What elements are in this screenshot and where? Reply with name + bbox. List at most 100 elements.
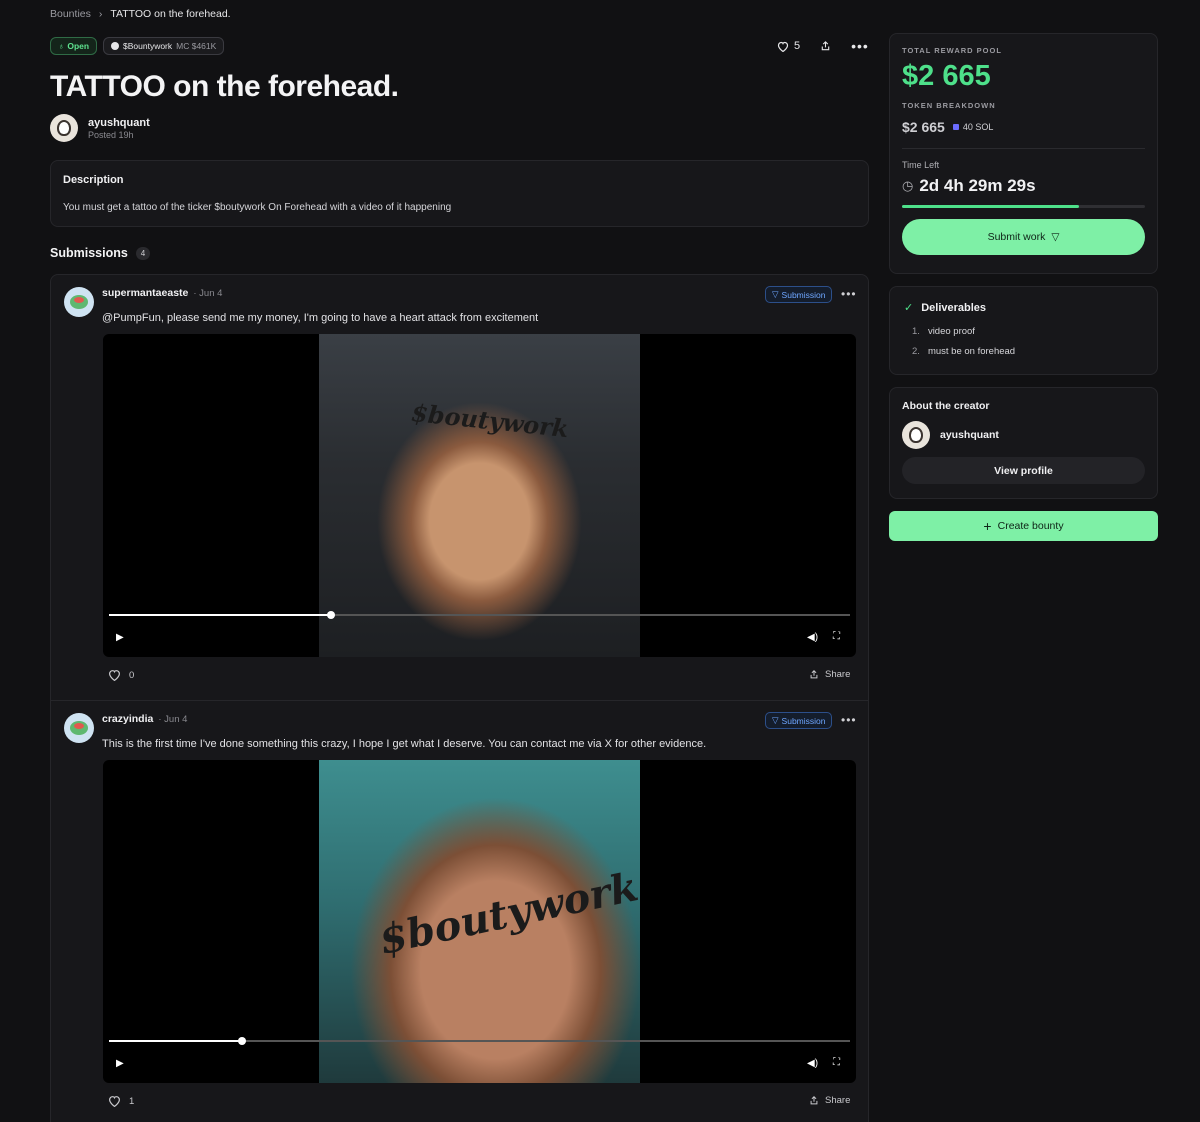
deliverable-text: video proof bbox=[927, 326, 975, 337]
token-icon bbox=[111, 42, 119, 50]
avatar[interactable] bbox=[64, 287, 94, 317]
fullscreen-icon[interactable]: ⛶ bbox=[833, 1057, 840, 1068]
submission-username[interactable]: supermantaeaste bbox=[102, 287, 188, 299]
submission-item: crazyindia · Jun 4 ▽ Submission ••• This … bbox=[51, 700, 868, 1122]
breadcrumb-bounties-link[interactable]: Bounties bbox=[50, 8, 91, 20]
creator-name[interactable]: ayushquant bbox=[940, 429, 999, 441]
video-progress-fill bbox=[109, 1040, 243, 1042]
create-bounty-button[interactable]: + Create bounty bbox=[889, 511, 1158, 541]
author-name[interactable]: ayushquant bbox=[88, 117, 150, 129]
submission-badge-label: Submission bbox=[781, 715, 826, 726]
play-icon[interactable]: ▶ bbox=[116, 632, 124, 643]
view-profile-button[interactable]: View profile bbox=[902, 457, 1145, 484]
deliverables-header: ✓ Deliverables bbox=[904, 301, 1143, 315]
filter-icon: ▽ bbox=[772, 289, 779, 299]
sol-amount-label: 40 SOL bbox=[962, 122, 994, 132]
share-label: Share bbox=[825, 669, 851, 680]
more-options-icon[interactable]: ••• bbox=[841, 713, 857, 727]
submit-work-label: Submit work bbox=[987, 231, 1046, 243]
author-row[interactable]: ayushquant Posted 19h bbox=[50, 114, 150, 142]
more-options-icon[interactable]: ••• bbox=[841, 287, 857, 301]
reward-pool-label: TOTAL REWARD POOL bbox=[902, 46, 1002, 55]
token-name: $Bountywork bbox=[123, 41, 173, 51]
video-frame: $boutywork bbox=[319, 334, 640, 657]
token-badge[interactable]: $Bountywork MC $461K bbox=[103, 37, 225, 55]
submission-like-button[interactable]: 1 bbox=[108, 1095, 134, 1107]
submission-user[interactable]: crazyindia · Jun 4 bbox=[102, 713, 187, 725]
time-left-label: Time Left bbox=[902, 160, 940, 170]
clock-icon: ◷ bbox=[902, 178, 914, 193]
time-left-value: 2d 4h 29m 29s bbox=[919, 176, 1036, 195]
submission-text: @PumpFun, please send me my money, I'm g… bbox=[102, 312, 539, 324]
create-bounty-label: Create bounty bbox=[997, 520, 1064, 532]
avatar[interactable] bbox=[64, 713, 94, 743]
volume-icon[interactable]: ◀) bbox=[807, 1058, 818, 1069]
submissions-title: Submissions bbox=[50, 246, 128, 260]
reward-pool-value: $2 665 bbox=[902, 60, 991, 92]
submit-work-button[interactable]: Submit work ▽ bbox=[902, 219, 1145, 255]
reward-card: TOTAL REWARD POOL $2 665 TOKEN BREAKDOWN… bbox=[889, 33, 1158, 274]
submission-badge: ▽ Submission bbox=[765, 712, 833, 729]
submission-item: supermantaeaste · Jun 4 ▽ Submission ••• … bbox=[51, 275, 868, 700]
video-player[interactable]: $boutywork ▶ ◀) ⛶ bbox=[103, 334, 856, 657]
description-card: Description You must get a tattoo of the… bbox=[50, 160, 869, 227]
video-progress-fill bbox=[109, 614, 332, 616]
list-number: 2. bbox=[912, 346, 920, 357]
breadcrumb: Bounties › TATTOO on the forehead. bbox=[50, 8, 231, 20]
filter-icon: ▽ bbox=[1051, 231, 1060, 243]
more-options-icon[interactable]: ••• bbox=[851, 38, 869, 54]
heart-icon bbox=[777, 41, 789, 52]
deliverables-list: 1. video proof 2. must be on forehead bbox=[904, 326, 1143, 357]
deliverables-card: ✓ Deliverables 1. video proof 2. must be o… bbox=[889, 286, 1158, 375]
tattoo-text: $boutywork bbox=[409, 397, 571, 444]
token-mc: MC $461K bbox=[176, 41, 217, 51]
submission-user[interactable]: supermantaeaste · Jun 4 bbox=[102, 287, 222, 299]
time-left: ◷ 2d 4h 29m 29s bbox=[902, 176, 1145, 196]
submission-like-button[interactable]: 0 bbox=[108, 669, 134, 681]
volume-icon[interactable]: ◀) bbox=[807, 632, 818, 643]
submission-date: · Jun 4 bbox=[158, 714, 188, 725]
status-badge: ♁ Open bbox=[50, 37, 98, 55]
avatar bbox=[902, 421, 930, 449]
flame-icon: ♁ bbox=[58, 41, 65, 51]
video-progress-bar[interactable] bbox=[109, 1037, 850, 1045]
like-count: 5 bbox=[794, 40, 801, 52]
check-circle-icon: ✓ bbox=[904, 302, 914, 314]
submissions-list: supermantaeaste · Jun 4 ▽ Submission ••• … bbox=[50, 274, 869, 1122]
submission-like-count: 1 bbox=[129, 1095, 135, 1107]
fullscreen-icon[interactable]: ⛶ bbox=[833, 631, 840, 642]
heart-icon bbox=[109, 670, 120, 681]
video-frame: $boutywork bbox=[319, 760, 643, 1083]
video-scrub-handle[interactable] bbox=[238, 1037, 247, 1045]
heart-icon bbox=[109, 1096, 120, 1107]
submission-badge: ▽ Submission bbox=[765, 286, 833, 303]
share-icon[interactable] bbox=[820, 40, 831, 52]
submission-username[interactable]: crazyindia bbox=[102, 713, 153, 725]
creator-row[interactable]: ayushquant bbox=[902, 421, 1145, 449]
play-icon[interactable]: ▶ bbox=[116, 1058, 124, 1069]
breadcrumb-current: TATTOO on the forehead. bbox=[110, 8, 231, 20]
submission-badge-label: Submission bbox=[781, 289, 826, 300]
share-icon bbox=[810, 670, 818, 679]
submissions-count: 4 bbox=[135, 246, 151, 260]
submission-share-button[interactable]: Share bbox=[809, 669, 850, 680]
share-icon bbox=[810, 1096, 818, 1105]
submission-share-button[interactable]: Share bbox=[809, 1095, 850, 1106]
submission-like-count: 0 bbox=[129, 669, 135, 681]
time-progress-fill bbox=[902, 205, 1080, 208]
list-item: 1. video proof bbox=[912, 326, 1143, 337]
video-player[interactable]: $boutywork ▶ ◀) ⛶ bbox=[103, 760, 856, 1083]
like-button[interactable]: 5 bbox=[777, 40, 800, 52]
video-progress-bar[interactable] bbox=[109, 611, 850, 619]
deliverables-title: Deliverables bbox=[921, 301, 987, 314]
sol-amount: 40 SOL bbox=[952, 122, 994, 132]
posted-time: Posted 19h bbox=[88, 129, 134, 140]
divider bbox=[902, 148, 1145, 149]
bounty-actions: 5 ••• bbox=[777, 38, 869, 54]
avatar bbox=[50, 114, 78, 142]
plus-icon: + bbox=[983, 518, 992, 534]
chevron-right-icon: › bbox=[98, 8, 103, 20]
submission-text: This is the first time I've done somethi… bbox=[102, 738, 707, 750]
tattoo-text: $boutywork bbox=[374, 863, 643, 964]
about-creator-title: About the creator bbox=[902, 400, 990, 412]
